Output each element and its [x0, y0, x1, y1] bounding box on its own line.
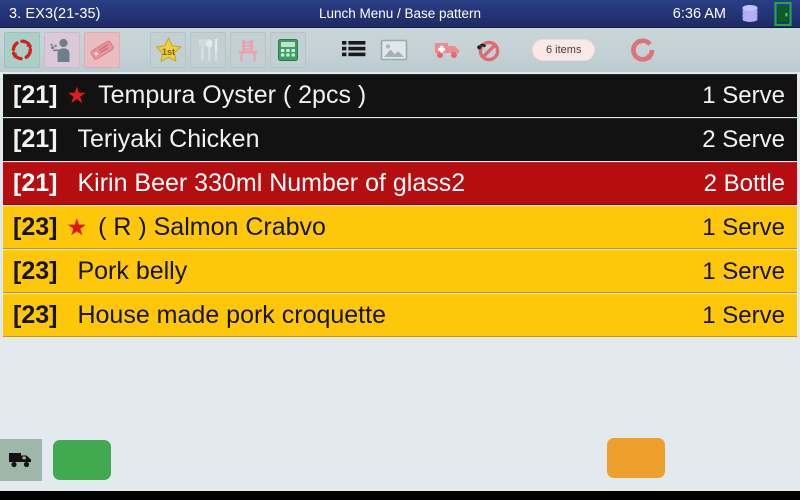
star-first-icon: 1st [154, 36, 182, 62]
order-row[interactable]: [23] House made pork croquette 1 Serve [3, 294, 797, 337]
calculator-icon [278, 39, 298, 61]
order-row[interactable]: [21] Teriyaki Chicken 2 Serve [3, 118, 797, 161]
order-name: House made pork croquette [77, 303, 386, 328]
bottom-action-bar [0, 429, 800, 491]
order-name: Kirin Beer 330ml Number of glass2 [77, 171, 466, 196]
truck-icon [435, 43, 459, 58]
star-icon: ★ [66, 214, 88, 240]
list-view-button[interactable] [336, 32, 372, 68]
svg-text:1st: 1st [161, 47, 174, 57]
order-code: [21] [13, 169, 58, 197]
list-icon [342, 41, 366, 57]
order-name: ( R ) Salmon Crabvo [98, 215, 326, 240]
order-name: Teriyaki Chicken [77, 127, 260, 152]
titlebar-table-label: 3. EX3(21-35) [9, 5, 101, 22]
order-row[interactable]: [23] Pork belly 1 Serve [3, 250, 797, 293]
star-icon: ★ [66, 82, 88, 108]
order-code: [21] [13, 125, 58, 153]
exit-door-icon[interactable] [774, 1, 792, 26]
confirm-button[interactable] [53, 440, 111, 480]
order-qty: 1 Serve [702, 213, 785, 241]
clock-label: 6:36 AM [672, 5, 726, 22]
order-code: [23] [13, 213, 58, 241]
image-view-button[interactable] [376, 32, 412, 68]
waiter-staff-button[interactable] [44, 32, 80, 68]
order-qty: 1 Serve [702, 301, 785, 329]
items-count-badge[interactable]: 6 items [532, 39, 596, 61]
first-place-star-button[interactable]: 1st [150, 32, 186, 68]
order-code: [23] [13, 301, 58, 329]
delivery-status-button[interactable] [0, 439, 42, 481]
order-row[interactable]: [21] Kirin Beer 330ml Number of glass2 2… [3, 162, 797, 205]
price-tag-button[interactable] [84, 32, 120, 68]
pos-order-screen: 3. EX3(21-35) Lunch Menu / Base pattern … [0, 0, 800, 500]
waiter-icon [50, 38, 70, 62]
order-code: [21] [13, 81, 58, 109]
order-qty: 2 Serve [702, 125, 785, 153]
cutlery-icon [199, 39, 218, 61]
bottombar-right-group [596, 437, 800, 483]
order-row[interactable]: [23] ★ ( R ) Salmon Crabvo 1 Serve [3, 206, 797, 249]
refresh-cycle-button[interactable] [4, 32, 40, 68]
order-qty: 1 Serve [702, 81, 785, 109]
toolbar: 1st 6 items [0, 28, 800, 72]
system-navigation-bar [0, 491, 800, 500]
chair-seat-button[interactable] [230, 32, 266, 68]
reload-button[interactable] [625, 32, 661, 68]
truck-icon [9, 453, 31, 468]
delivery-truck-button[interactable] [430, 32, 466, 68]
calculator-button[interactable] [270, 32, 306, 68]
image-icon [380, 39, 408, 61]
circular-arrows-icon [11, 39, 32, 61]
order-name: Pork belly [77, 259, 188, 284]
order-name: Tempura Oyster ( 2pcs ) [98, 83, 367, 108]
order-list: [21] ★ Tempura Oyster ( 2pcs ) 1 Serve [… [0, 72, 800, 429]
order-row[interactable]: [21] ★ Tempura Oyster ( 2pcs ) 1 Serve [3, 74, 797, 117]
database-icon[interactable] [739, 4, 761, 24]
chair-icon [239, 40, 257, 62]
action-button[interactable] [607, 437, 665, 478]
no-entry-button[interactable] [470, 32, 506, 68]
refresh-arrow-icon [631, 38, 655, 62]
titlebar: 3. EX3(21-35) Lunch Menu / Base pattern … [0, 0, 800, 28]
titlebar-right-group: 6:36 AM [672, 1, 800, 26]
order-qty: 2 Bottle [703, 169, 785, 197]
cutlery-button[interactable] [190, 32, 226, 68]
prohibited-icon [477, 40, 500, 62]
price-tag-icon [90, 40, 114, 60]
order-qty: 1 Serve [702, 257, 785, 285]
order-code: [23] [13, 257, 58, 285]
